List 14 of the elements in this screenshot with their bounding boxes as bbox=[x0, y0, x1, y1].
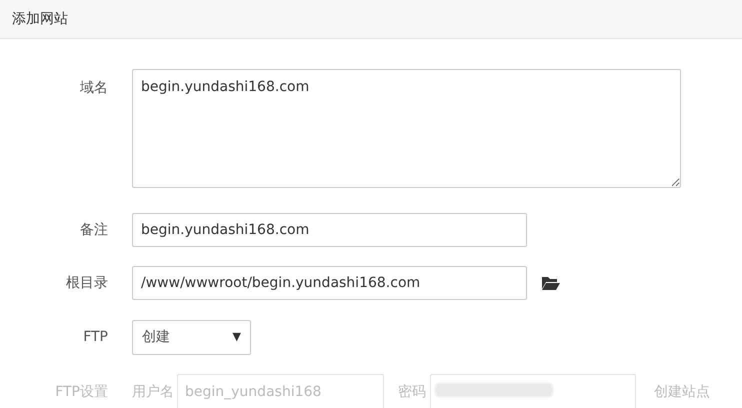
field-label: 根目录 bbox=[65, 274, 108, 292]
folder-icon[interactable] bbox=[542, 276, 560, 290]
field-label: 域名 bbox=[79, 79, 108, 98]
domain-field[interactable]: begin.yundashi168.com bbox=[132, 69, 681, 188]
field-label: 密码 bbox=[398, 383, 426, 402]
field-label: 备注 bbox=[79, 220, 108, 240]
window-title: 添加网站 bbox=[12, 10, 68, 28]
field-label: 用户名 bbox=[132, 383, 174, 402]
field-label: FTP bbox=[82, 328, 108, 347]
field-label: FTP设置 bbox=[54, 383, 108, 402]
ftp-select[interactable]: 创建 ▼ bbox=[132, 320, 251, 355]
note-field[interactable]: begin.yundashi168.com bbox=[132, 213, 527, 247]
password-field[interactable] bbox=[430, 374, 636, 408]
root-path-field[interactable]: /www/wwwroot/begin.yundashi168.com bbox=[132, 266, 527, 300]
